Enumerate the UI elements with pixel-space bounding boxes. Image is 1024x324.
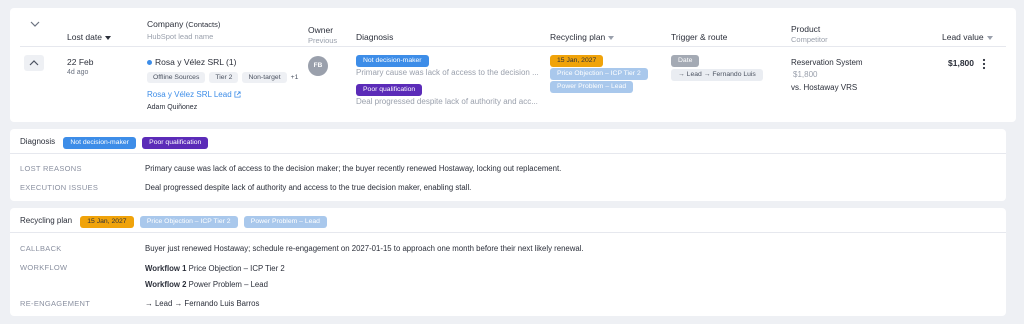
trigger-route: → Lead → Fernando Luis — [671, 69, 763, 81]
workflow-label: WORKFLOW — [20, 263, 68, 272]
recycling-panel-divider — [10, 232, 1006, 233]
plan-tag-2: Power Problem – Lead — [550, 81, 634, 93]
execution-issues-text: Deal progressed despite lack of authorit… — [145, 183, 472, 192]
plan-tag-1: Price Objection – ICP Tier 2 — [139, 216, 238, 228]
trigger-route-wrap: → Lead → Fernando Luis — [671, 69, 763, 81]
col-owner-sub: Previous — [308, 36, 338, 45]
callback-label: CALLBACK — [20, 244, 62, 253]
owner-avatar: FB — [308, 56, 328, 76]
workflow-1[interactable]: Workflow 1 Price Objection – ICP Tier 2 — [145, 264, 285, 273]
more-tags-badge[interactable]: +1 — [291, 74, 299, 81]
company-name[interactable]: Rosa y Vélez SRL (1) — [147, 57, 236, 67]
diagnosis-panel: Diagnosis Not decision-maker Poor qualif… — [10, 129, 1006, 201]
sort-icon — [608, 35, 615, 40]
competitor: vs. Hostaway VRS — [791, 83, 858, 92]
workflow-1-number: Workflow 1 — [145, 264, 187, 273]
col-owner: Owner — [308, 25, 334, 35]
diagnosis-panel-divider — [10, 153, 1006, 154]
product-name: Reservation System — [791, 58, 863, 67]
plan-tag-1: Price Objection – ICP Tier 2 — [550, 68, 648, 80]
sort-desc-icon — [104, 35, 111, 40]
row-menu-icon[interactable] — [982, 58, 988, 70]
plan-tag-1-wrap: Price Objection – ICP Tier 2 — [550, 68, 648, 80]
company-tags: Offline Sources Tier 2 Non-target +1 — [147, 72, 298, 83]
badge-poor-qualification: Poor qualification — [356, 84, 423, 96]
sort-icon — [986, 35, 993, 40]
badge-poor-qualification: Poor qualification — [142, 137, 209, 149]
recycling-panel-title: Recycling plan — [20, 216, 73, 225]
workflow-1-name: Price Objection – ICP Tier 2 — [188, 264, 285, 273]
plan-tag-2-wrap: Power Problem – Lead — [550, 81, 634, 93]
col-recycling-plan[interactable]: Recycling plan — [550, 32, 615, 42]
recycling-panel-header: Recycling plan 15 Jan, 2027 Price Object… — [20, 216, 327, 228]
row-date: 22 Feb — [67, 57, 94, 67]
recycling-plan-panel: Recycling plan 15 Jan, 2027 Price Object… — [10, 208, 1006, 316]
lead-value: $1,800 — [948, 58, 974, 68]
header-divider — [20, 46, 1006, 47]
workflow-2-name: Power Problem – Lead — [188, 280, 268, 289]
workflow-2[interactable]: Workflow 2 Power Problem – Lead — [145, 280, 268, 289]
tag-non-target: Non-target — [242, 72, 287, 83]
callback-text: Buyer just renewed Hostaway; schedule re… — [145, 244, 584, 253]
plan-date-badge: 15 Jan, 2027 — [550, 55, 604, 67]
contact-person: Adam Quiñonez — [147, 104, 198, 111]
col-company: Company (Contacts) — [147, 19, 221, 29]
recycling-cell[interactable]: 15 Jan, 2027 — [550, 55, 604, 67]
expand-row-button[interactable] — [24, 55, 44, 71]
col-diagnosis: Diagnosis — [356, 32, 394, 42]
reengagement-label: RE-ENGAGEMENT — [20, 299, 91, 308]
diagnosis-text-1: Primary cause was lack of access to the … — [356, 68, 539, 77]
workflow-2-number: Workflow 2 — [145, 280, 187, 289]
diagnosis-panel-header: Diagnosis Not decision-maker Poor qualif… — [20, 137, 209, 149]
reengagement-text: → Lead → Fernando Luis Barros — [145, 299, 260, 308]
execution-issues-label: EXECUTION ISSUES — [20, 183, 99, 192]
badge-not-decision-maker: Not decision-maker — [63, 137, 136, 149]
external-link-icon — [234, 91, 241, 98]
tag-offline-sources: Offline Sources — [147, 72, 206, 83]
product-value: $1,800 — [793, 70, 818, 79]
col-product: Product — [791, 24, 821, 34]
plan-tag-2: Power Problem – Lead — [243, 216, 327, 228]
diagnosis-cell[interactable]: Not decision-maker — [356, 55, 429, 67]
trigger-cell: Date — [671, 55, 700, 67]
col-lost-date[interactable]: Lost date — [67, 32, 111, 42]
badge-not-decision-maker: Not decision-maker — [356, 55, 429, 67]
col-trigger-route: Trigger & route — [671, 32, 728, 42]
tag-tier: Tier 2 — [209, 72, 239, 83]
leads-table-card: Lost date Company (Contacts) HubSpot lea… — [10, 8, 1016, 122]
chevron-up-icon — [29, 60, 39, 66]
lost-reasons-label: LOST REASONS — [20, 164, 82, 173]
diagnosis-cell-2: Poor qualification — [356, 84, 423, 96]
lost-reasons-text: Primary cause was lack of access to the … — [145, 164, 562, 173]
trigger-date-badge: Date — [671, 55, 700, 67]
col-lead-value[interactable]: Lead value — [942, 32, 993, 42]
col-company-hint: HubSpot lead name — [147, 32, 214, 41]
col-product-sub: Competitor — [791, 35, 828, 44]
diagnosis-text-2: Deal progressed despite lack of authorit… — [356, 97, 538, 106]
status-dot-icon — [147, 60, 152, 66]
diagnosis-panel-title: Diagnosis — [20, 137, 56, 146]
plan-date-badge: 15 Jan, 2027 — [80, 216, 134, 228]
row-ago: 4d ago — [67, 69, 89, 76]
collapse-all-icon[interactable] — [30, 20, 40, 29]
lead-link[interactable]: Rosa y Vélez SRL Lead — [147, 90, 241, 99]
